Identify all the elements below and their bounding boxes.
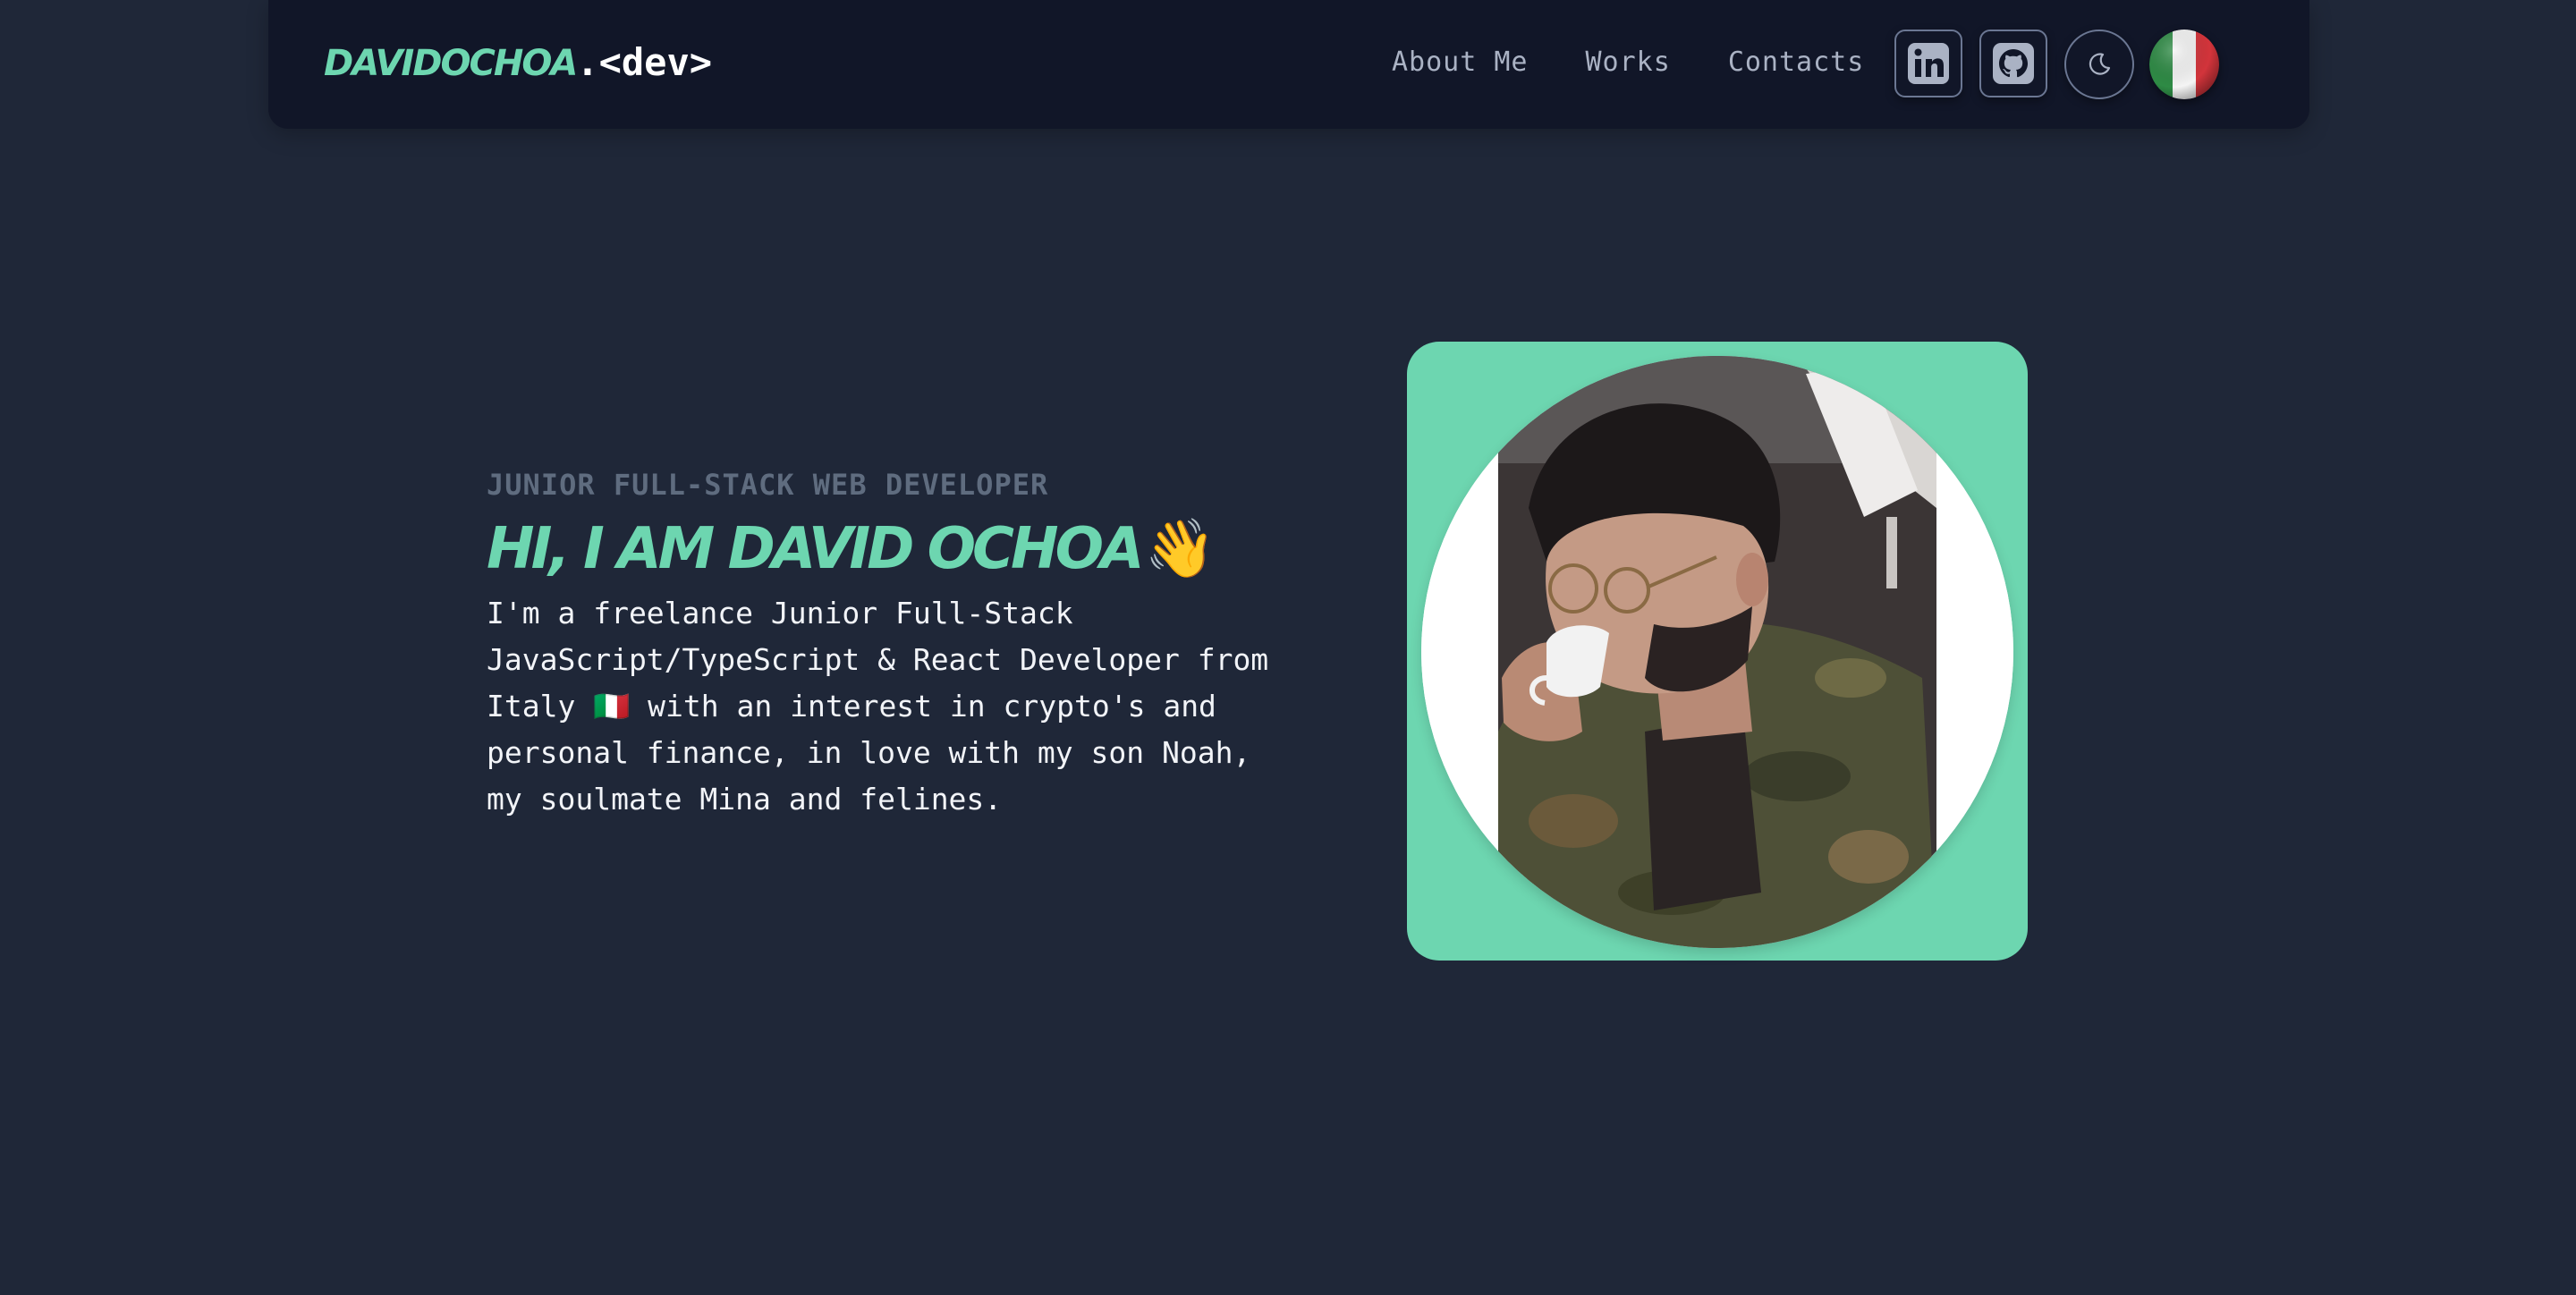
profile-photo-image <box>1421 356 2013 948</box>
top-navbar: DAVIDOCHOA.<dev> About Me Works Contacts <box>268 0 2309 129</box>
nav-link-about-me[interactable]: About Me <box>1392 41 1529 84</box>
theme-toggle-button[interactable] <box>2064 30 2134 99</box>
hero-intro: JUNIOR FULL-STACK WEB DEVELOPER HI, I AM… <box>487 461 1292 852</box>
main-nav: About Me Works Contacts <box>1392 41 1921 84</box>
hero-subtitle: JUNIOR FULL-STACK WEB DEVELOPER <box>487 468 1049 502</box>
hero-headline-text: HI, I AM DAVID OCHOA <box>487 516 1144 582</box>
language-switch-button[interactable] <box>2149 30 2219 99</box>
linkedin-icon <box>1908 43 1949 84</box>
linkedin-button[interactable] <box>1894 30 1962 97</box>
italy-flag-icon <box>2149 30 2219 99</box>
github-icon <box>1993 43 2034 84</box>
waving-hand-emoji: 👋 <box>1144 516 1216 582</box>
hero-headline: HI, I AM DAVID OCHOA👋 <box>487 513 1292 585</box>
nav-link-contacts[interactable]: Contacts <box>1728 41 1865 84</box>
profile-photo <box>1421 356 2013 948</box>
logo-name: DAVIDOCHOA <box>324 43 578 84</box>
github-button[interactable] <box>1979 30 2047 97</box>
logo-suffix: .<dev> <box>576 40 713 84</box>
site-logo[interactable]: DAVIDOCHOA.<dev> <box>324 36 712 90</box>
profile-photo-card <box>1407 342 2028 961</box>
moon-icon <box>2089 53 2111 75</box>
nav-link-works[interactable]: Works <box>1586 41 1671 84</box>
hero-bio: I'm a freelance Junior Full-Stack JavaSc… <box>487 596 1269 817</box>
